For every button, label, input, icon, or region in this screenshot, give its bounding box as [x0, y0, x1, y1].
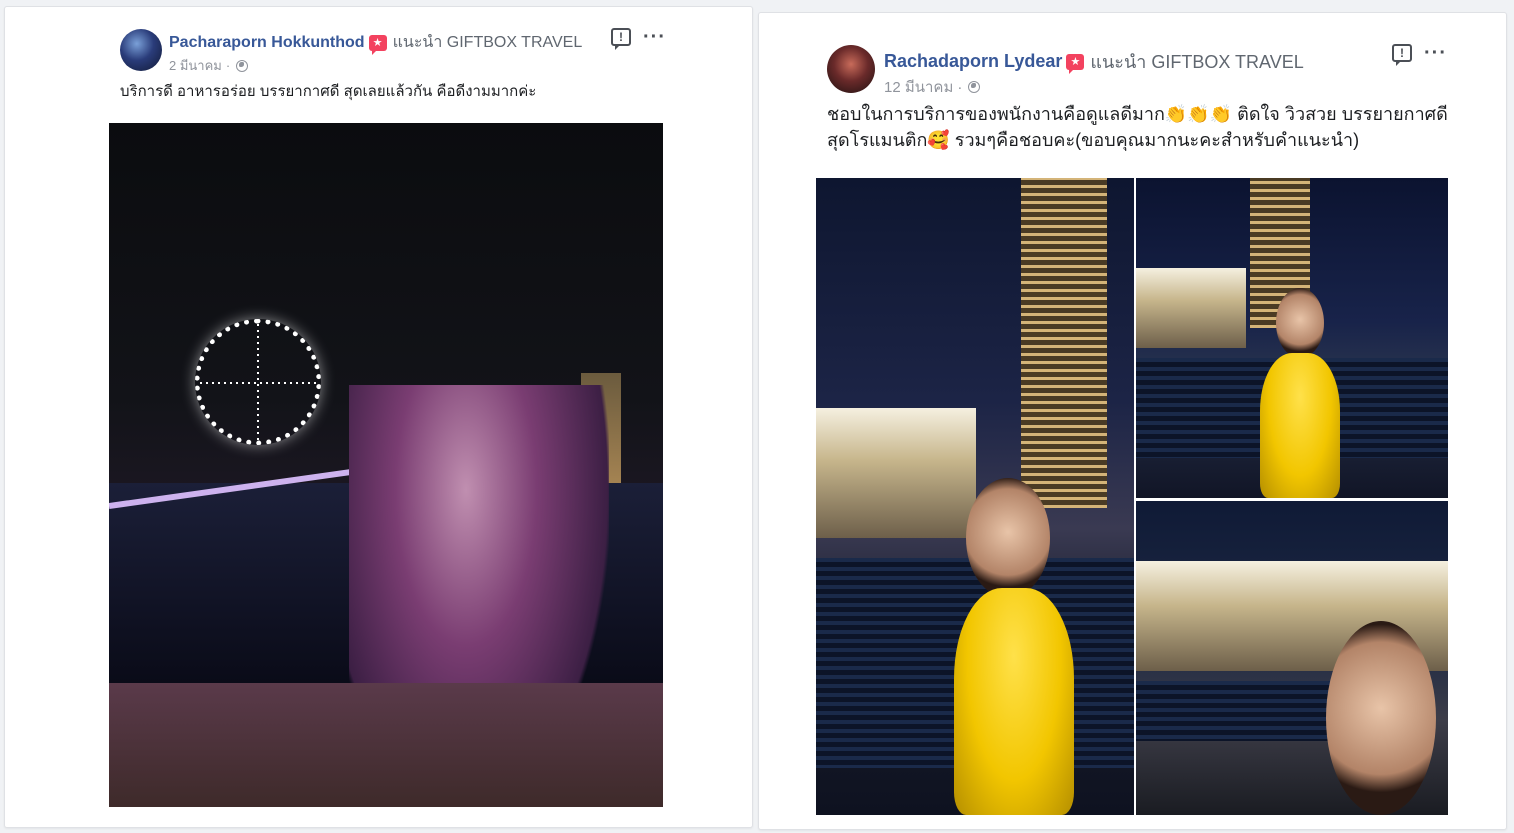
post-text: บริการดี อาหารอร่อย บรรยากาศดี สุดเลยแล้… [120, 83, 537, 100]
post-photo-main[interactable] [816, 178, 1134, 815]
photo-person [1326, 621, 1436, 815]
photo-ferris-wheel [195, 319, 321, 445]
recommend-badge-icon: ★ [368, 34, 387, 55]
author-name-link[interactable]: Pacharaporn Hokkunthod [169, 34, 365, 52]
photo-person-head [966, 478, 1050, 598]
photo-tower [1021, 178, 1107, 508]
post-date-link[interactable]: 2 มีนาคม [169, 55, 222, 76]
more-icon[interactable]: ··· [1424, 43, 1447, 63]
photo-mall [816, 408, 976, 538]
post-card: Pacharaporn Hokkunthod ★ แนะนำ GIFTBOX T… [4, 6, 753, 828]
photo-person-dress [1260, 353, 1340, 498]
author-name-link[interactable]: Rachadaporn Lydear [884, 51, 1062, 72]
report-icon[interactable]: ! [1392, 44, 1412, 66]
post-header: Pacharaporn Hokkunthod ★ แนะนำ GIFTBOX T… [169, 30, 582, 55]
post-date-link[interactable]: 12 มีนาคม [884, 75, 953, 99]
author-avatar[interactable] [827, 45, 875, 93]
photo-river [1136, 681, 1336, 741]
photo-person-head [1276, 288, 1324, 358]
more-icon[interactable]: ··· [643, 27, 666, 47]
globe-icon[interactable] [968, 81, 981, 93]
recommends-text[interactable]: แนะนำ GIFTBOX TRAVEL [1090, 47, 1303, 76]
post-photo-top-right[interactable] [1136, 178, 1448, 498]
post-actions: ! ··· [1392, 43, 1447, 66]
post-card: Rachadaporn Lydear ★ แนะนำ GIFTBOX TRAVE… [758, 12, 1507, 830]
post-meta: 12 มีนาคม · [884, 75, 981, 99]
globe-icon[interactable] [236, 59, 249, 72]
post-text: ชอบในการบริการของพนักงานคือดูแลดีมาก👏👏👏 … [827, 104, 1448, 150]
post-meta: 2 มีนาคม · [169, 55, 249, 76]
post-photo-bottom-right[interactable] [1136, 501, 1448, 815]
meta-separator: · [957, 78, 963, 96]
author-avatar[interactable] [120, 29, 162, 71]
photo-mall [1136, 268, 1246, 348]
post-actions: ! ··· [611, 27, 666, 50]
post-header: Rachadaporn Lydear ★ แนะนำ GIFTBOX TRAVE… [884, 47, 1304, 76]
recommends-text[interactable]: แนะนำ GIFTBOX TRAVEL [393, 30, 583, 55]
post-photo[interactable] [109, 123, 663, 807]
photo-person-dress [954, 588, 1074, 815]
photo-table [109, 683, 663, 807]
recommend-badge-icon: ★ [1066, 53, 1085, 74]
meta-separator: · [225, 58, 231, 73]
report-icon[interactable]: ! [611, 28, 631, 50]
